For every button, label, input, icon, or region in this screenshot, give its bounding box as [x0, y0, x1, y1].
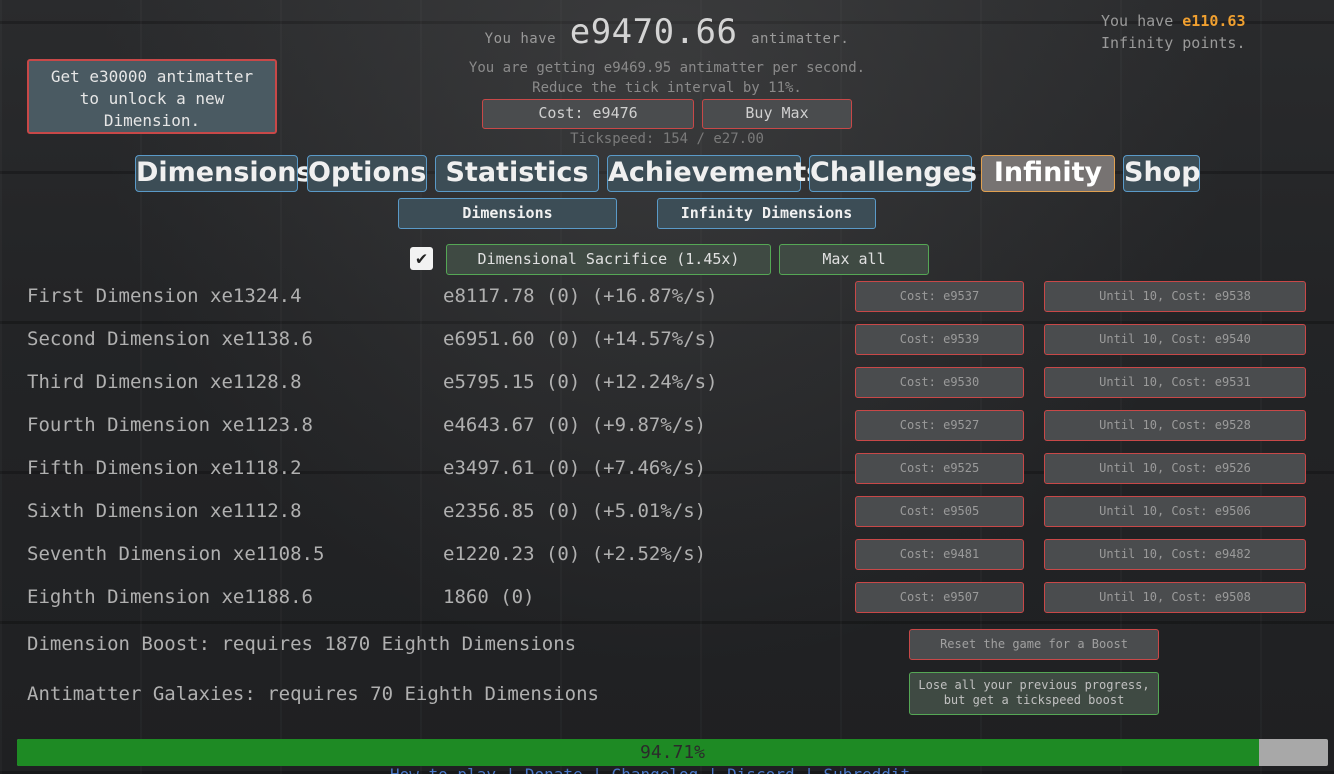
- infinity-points-value: e110.63: [1182, 12, 1246, 30]
- dimensional-sacrifice-button[interactable]: Dimensional Sacrifice (1.45x): [446, 244, 771, 275]
- dimension-until10-button[interactable]: Until 10, Cost: e9482: [1044, 539, 1306, 570]
- infinity-points-line1: You have e110.63: [1101, 10, 1246, 32]
- max-all-button[interactable]: Max all: [779, 244, 929, 275]
- dimension-cost-button[interactable]: Cost: e9525: [855, 453, 1024, 484]
- dimension-name: Fourth Dimension xe1123.8: [27, 414, 313, 436]
- dimension-cost-button[interactable]: Cost: e9539: [855, 324, 1024, 355]
- dimension-name: Sixth Dimension xe1112.8: [27, 500, 302, 522]
- footer-links[interactable]: How to play | Donate | Changelog | Disco…: [390, 766, 910, 774]
- antimatter-galaxy-label: Antimatter Galaxies: requires 70 Eighth …: [27, 683, 599, 705]
- tickspeed-cost-button[interactable]: Cost: e9476: [482, 99, 694, 129]
- infinity-points-suffix: Infinity points.: [1101, 34, 1246, 52]
- dimension-boost-label: Dimension Boost: requires 1870 Eighth Di…: [27, 633, 577, 655]
- unlock-dimension-button[interactable]: Get e30000 antimatter to unlock a new Di…: [27, 59, 277, 134]
- antimatter-prefix: You have: [484, 31, 557, 47]
- dimension-amount: e1220.23 (0) (+2.52%/s): [443, 543, 707, 565]
- antimatter-amount: e9470.66: [569, 12, 738, 52]
- subtab-dimensions[interactable]: Dimensions: [398, 198, 617, 229]
- unlock-line-3: Dimension.: [103, 111, 201, 130]
- dimension-until10-button[interactable]: Until 10, Cost: e9538: [1044, 281, 1306, 312]
- dimension-until10-button[interactable]: Until 10, Cost: e9508: [1044, 582, 1306, 613]
- galaxy-button-line-2: but get a tickspeed boost: [943, 693, 1125, 707]
- dimension-name: Fifth Dimension xe1118.2: [27, 457, 302, 479]
- infinity-points-prefix: You have: [1101, 12, 1174, 30]
- dimension-boost-button[interactable]: Reset the game for a Boost: [909, 629, 1159, 660]
- dimension-name: Second Dimension xe1138.6: [27, 328, 313, 350]
- infinity-points-display: You have e110.63 Infinity points.: [1101, 10, 1246, 54]
- dimension-amount: e8117.78 (0) (+16.87%/s): [443, 285, 718, 307]
- galaxy-button-line-1: Lose all your previous progress,: [918, 678, 1150, 692]
- dimension-amount: e2356.85 (0) (+5.01%/s): [443, 500, 707, 522]
- dimension-until10-button[interactable]: Until 10, Cost: e9528: [1044, 410, 1306, 441]
- dimension-until10-button[interactable]: Until 10, Cost: e9531: [1044, 367, 1306, 398]
- dimension-cost-button[interactable]: Cost: e9481: [855, 539, 1024, 570]
- dimension-cost-button[interactable]: Cost: e9537: [855, 281, 1024, 312]
- tab-options[interactable]: Options: [307, 155, 427, 192]
- antimatter-suffix: antimatter.: [751, 31, 850, 47]
- dimension-cost-button[interactable]: Cost: e9530: [855, 367, 1024, 398]
- tab-challenges[interactable]: Challenges: [809, 155, 977, 192]
- dimension-amount: e5795.15 (0) (+12.24%/s): [443, 371, 718, 393]
- dimension-until10-button[interactable]: Until 10, Cost: e9540: [1044, 324, 1306, 355]
- infinity-progress-bar: 94.71%: [17, 739, 1328, 766]
- unlock-line-2: to unlock a new: [79, 89, 225, 108]
- dimension-until10-button[interactable]: Until 10, Cost: e9506: [1044, 496, 1306, 527]
- tickspeed-buy-max-button[interactable]: Buy Max: [702, 99, 852, 129]
- subtab-infinity-dimensions[interactable]: Infinity Dimensions: [657, 198, 876, 229]
- unlock-line-1: Get e30000 antimatter: [50, 67, 254, 86]
- dimension-name: Third Dimension xe1128.8: [27, 371, 302, 393]
- tab-achievements[interactable]: Achievements: [607, 155, 822, 192]
- dimension-amount: 1860 (0): [443, 586, 535, 608]
- tab-statistics[interactable]: Statistics: [435, 155, 599, 192]
- dimension-until10-button[interactable]: Until 10, Cost: e9526: [1044, 453, 1306, 484]
- antimatter-galaxy-button[interactable]: Lose all your previous progress, but get…: [909, 672, 1159, 715]
- sacrifice-checkbox[interactable]: ✔: [410, 247, 433, 270]
- tab-dimensions[interactable]: Dimensions: [135, 155, 313, 192]
- dimension-amount: e4643.67 (0) (+9.87%/s): [443, 414, 707, 436]
- dimension-amount: e6951.60 (0) (+14.57%/s): [443, 328, 718, 350]
- dimension-cost-button[interactable]: Cost: e9527: [855, 410, 1024, 441]
- progress-label: 94.71%: [639, 742, 706, 763]
- dimension-name: Eighth Dimension xe1188.6: [27, 586, 313, 608]
- tab-shop[interactable]: Shop: [1123, 155, 1201, 192]
- dimension-name: First Dimension xe1324.4: [27, 285, 302, 307]
- dimension-amount: e3497.61 (0) (+7.46%/s): [443, 457, 707, 479]
- dimension-cost-button[interactable]: Cost: e9505: [855, 496, 1024, 527]
- dimension-name: Seventh Dimension xe1108.5: [27, 543, 325, 565]
- tab-infinity[interactable]: Infinity: [981, 155, 1115, 192]
- dimension-cost-button[interactable]: Cost: e9507: [855, 582, 1024, 613]
